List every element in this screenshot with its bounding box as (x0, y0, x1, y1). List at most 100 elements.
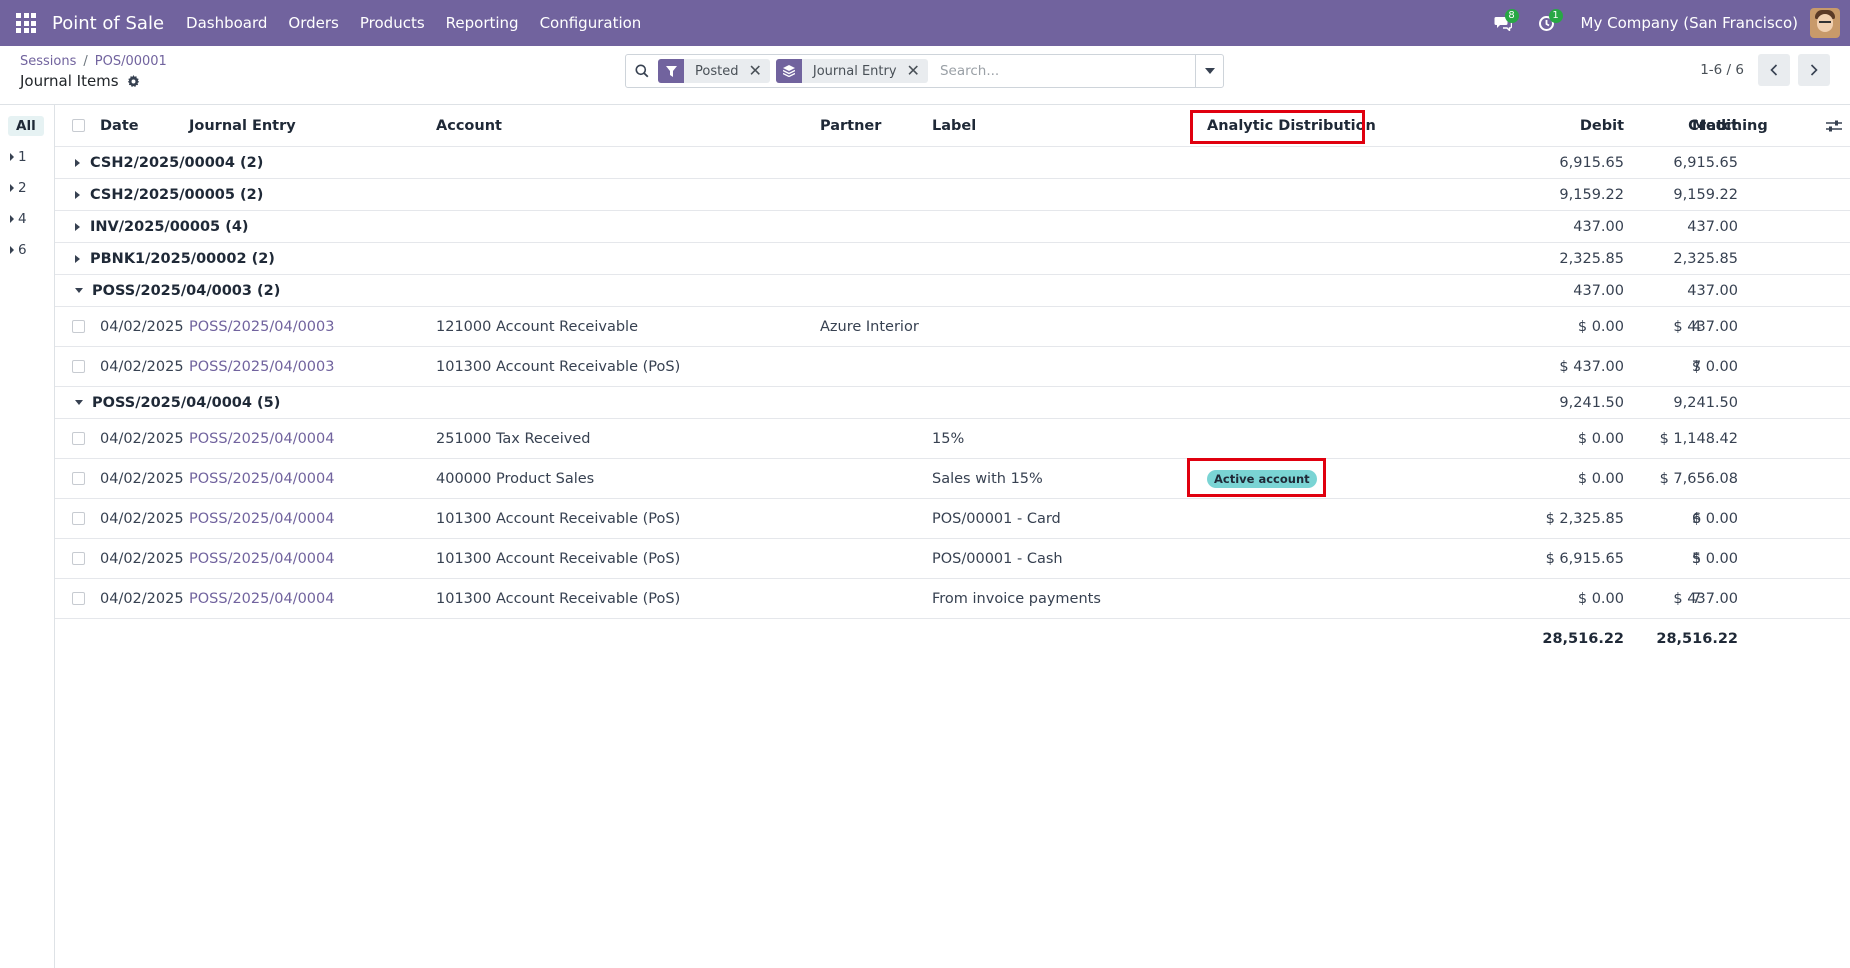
menu-configuration[interactable]: Configuration (540, 14, 642, 32)
cell-journal-entry[interactable]: POSS/2025/04/0004 (189, 539, 334, 578)
row-checkbox[interactable] (72, 459, 85, 498)
app-name[interactable]: Point of Sale (52, 13, 164, 34)
cell-journal-entry[interactable]: POSS/2025/04/0004 (189, 579, 334, 618)
menu-dashboard[interactable]: Dashboard (186, 14, 267, 32)
caret-right-icon (75, 254, 80, 263)
row-checkbox[interactable] (72, 307, 85, 346)
page-title: Journal Items (20, 72, 140, 90)
cell-matching: 6 (1692, 510, 1702, 527)
groupby-facet-journal-entry: Journal Entry ✕ (775, 59, 928, 83)
sidebar-item-1[interactable]: 1 (10, 147, 27, 167)
cell-label: POS/00001 - Cash (932, 550, 1063, 567)
cell-account: 121000 Account Receivable (436, 318, 639, 335)
cell-matching: 7 (1692, 590, 1702, 607)
activities-button[interactable]: 1 (1525, 0, 1569, 46)
chevron-left-icon (1770, 64, 1778, 76)
select-all-checkbox[interactable] (72, 105, 85, 146)
row-checkbox[interactable] (72, 347, 85, 386)
sidebar-item-6[interactable]: 6 (10, 240, 27, 260)
column-debit[interactable]: Debit (1455, 105, 1624, 146)
cell-debit: $ 0.00 (1577, 590, 1624, 607)
group-row[interactable]: CSH2/2025/00005 (2) 9,159.22 9,159.22 (55, 179, 1850, 211)
cell-analytic-distribution[interactable]: Active account (1207, 459, 1317, 498)
cell-date: 04/02/2025 (100, 510, 184, 527)
filter-facet-posted: Posted ✕ (658, 59, 770, 83)
group-name: CSH2/2025/00004 (2) (90, 154, 264, 171)
row-checkbox[interactable] (72, 419, 85, 458)
sidebar-item-label: 6 (18, 242, 27, 258)
sidebar-item-label: 2 (18, 180, 27, 196)
cell-label: Sales with 15% (932, 470, 1043, 487)
cell-credit: $ 7,656.08 (1659, 470, 1738, 487)
cell-label: From invoice payments (932, 590, 1101, 607)
row-checkbox[interactable] (72, 499, 85, 538)
group-row[interactable]: INV/2025/00005 (4) 437.00 437.00 (55, 211, 1850, 243)
remove-facet-close-icon[interactable]: ✕ (905, 63, 928, 79)
table-row[interactable]: 04/02/2025 POSS/2025/04/0004 101300 Acco… (55, 499, 1850, 539)
table-row[interactable]: 04/02/2025 POSS/2025/04/0003 101300 Acco… (55, 347, 1850, 387)
column-matching[interactable]: Matching (1692, 105, 1768, 146)
column-partner[interactable]: Partner (820, 105, 881, 146)
row-checkbox[interactable] (72, 539, 85, 578)
search-input[interactable] (933, 63, 1195, 79)
group-debit: 2,325.85 (1559, 250, 1624, 267)
user-avatar[interactable] (1810, 8, 1840, 38)
cell-journal-entry[interactable]: POSS/2025/04/0004 (189, 419, 334, 458)
group-credit: 437.00 (1687, 218, 1738, 235)
cell-journal-entry[interactable]: POSS/2025/04/0004 (189, 459, 334, 498)
sidebar-item-4[interactable]: 4 (10, 209, 27, 229)
sidebar-item-label: 4 (18, 211, 27, 227)
gear-icon[interactable] (127, 74, 140, 88)
cell-credit: $ 1,148.42 (1659, 430, 1738, 447)
search-bar: Posted ✕ Journal Entry ✕ (625, 54, 1224, 88)
group-row[interactable]: POSS/2025/04/0003 (2) 437.00 437.00 (55, 275, 1850, 307)
caret-right-icon (75, 222, 80, 231)
optional-columns-icon[interactable] (1826, 105, 1842, 146)
cell-matching: 4 (1692, 318, 1702, 335)
group-credit: 2,325.85 (1673, 250, 1738, 267)
messages-button[interactable]: 8 (1481, 0, 1525, 46)
cell-journal-entry[interactable]: POSS/2025/04/0004 (189, 499, 334, 538)
row-checkbox[interactable] (72, 579, 85, 618)
pager-value[interactable]: 1-6 / 6 (1700, 62, 1744, 78)
company-switcher[interactable]: My Company (San Francisco) (1581, 14, 1798, 32)
table-row[interactable]: 04/02/2025 POSS/2025/04/0004 101300 Acco… (55, 539, 1850, 579)
cell-journal-entry[interactable]: POSS/2025/04/0003 (189, 307, 334, 346)
table-row[interactable]: 04/02/2025 POSS/2025/04/0004 400000 Prod… (55, 459, 1850, 499)
group-row[interactable]: CSH2/2025/00004 (2) 6,915.65 6,915.65 (55, 147, 1850, 179)
cell-partner: Azure Interior (820, 318, 919, 335)
group-row[interactable]: PBNK1/2025/00002 (2) 2,325.85 2,325.85 (55, 243, 1850, 275)
menu-reporting[interactable]: Reporting (446, 14, 519, 32)
column-account[interactable]: Account (436, 105, 502, 146)
caret-right-icon (10, 215, 14, 223)
cell-account: 400000 Product Sales (436, 470, 595, 487)
table-footer-totals: 28,516.22 28,516.22 (55, 619, 1850, 659)
pager-previous-button[interactable] (1758, 54, 1790, 86)
column-analytic-distribution[interactable]: Analytic Distribution (1207, 105, 1376, 146)
pager-next-button[interactable] (1798, 54, 1830, 86)
table-row[interactable]: 04/02/2025 POSS/2025/04/0004 101300 Acco… (55, 579, 1850, 619)
menu-products[interactable]: Products (360, 14, 425, 32)
cell-journal-entry[interactable]: POSS/2025/04/0003 (189, 347, 334, 386)
table-row[interactable]: 04/02/2025 POSS/2025/04/0003 121000 Acco… (55, 307, 1850, 347)
sidebar-item-all[interactable]: All (8, 116, 44, 136)
cell-debit: $ 0.00 (1577, 430, 1624, 447)
cell-credit: $ 437.00 (1673, 590, 1738, 607)
breadcrumb-sessions[interactable]: Sessions (20, 54, 76, 69)
remove-facet-close-icon[interactable]: ✕ (746, 63, 769, 79)
search-options-toggle[interactable] (1195, 55, 1223, 87)
breadcrumb-session-pos[interactable]: POS/00001 (95, 54, 167, 69)
column-journal-entry[interactable]: Journal Entry (189, 105, 296, 146)
group-name: CSH2/2025/00005 (2) (90, 186, 264, 203)
group-name: PBNK1/2025/00002 (2) (90, 250, 275, 267)
breadcrumb-separator: / (83, 54, 88, 69)
search-icon[interactable] (626, 64, 658, 78)
sidebar-item-2[interactable]: 2 (10, 178, 27, 198)
column-label[interactable]: Label (932, 105, 976, 146)
table-row[interactable]: 04/02/2025 POSS/2025/04/0004 251000 Tax … (55, 419, 1850, 459)
menu-orders[interactable]: Orders (288, 14, 338, 32)
group-row[interactable]: POSS/2025/04/0004 (5) 9,241.50 9,241.50 (55, 387, 1850, 419)
group-credit: 9,159.22 (1673, 186, 1738, 203)
apps-menu-icon[interactable] (0, 0, 52, 46)
column-date[interactable]: Date (100, 105, 139, 146)
